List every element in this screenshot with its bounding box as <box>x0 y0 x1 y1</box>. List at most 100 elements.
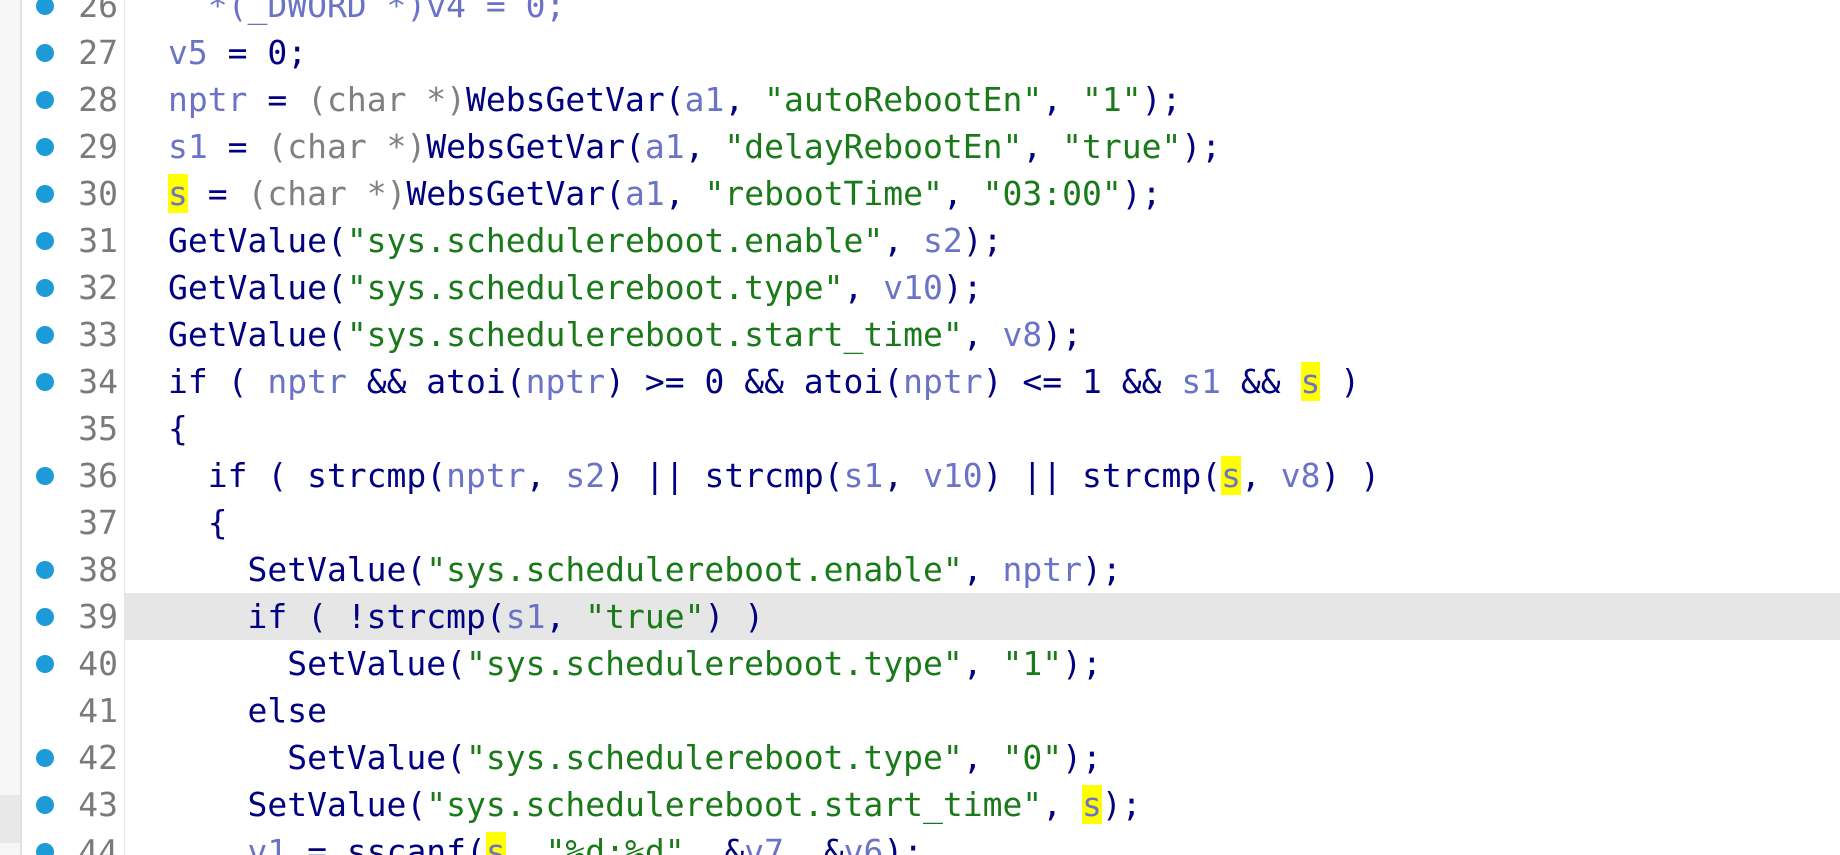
code-token: else <box>168 691 327 730</box>
breakpoint-dot-icon[interactable] <box>36 0 54 15</box>
code-token: , <box>664 174 705 213</box>
code-token: "true" <box>585 597 705 636</box>
pseudocode-window: 26 *(_DWORD *)v4 = 0; 27 v5 = 0; 28 nptr = (… <box>0 0 1840 855</box>
code-line[interactable]: 28 nptr = (char *)WebsGetVar(a1, "autoReb… <box>0 76 1840 123</box>
code-token: if ( strcmp( <box>168 456 447 495</box>
code-text[interactable]: { <box>168 405 188 452</box>
code-token: ) <box>1320 362 1361 401</box>
code-line[interactable]: 33 GetValue("sys.schedulereboot.start_tim… <box>0 311 1840 358</box>
code-text[interactable]: if ( nptr && atoi(nptr) >= 0 && atoi(npt… <box>168 358 1360 405</box>
code-line[interactable]: 29 s1 = (char *)WebsGetVar(a1, "delayRebo… <box>0 123 1840 170</box>
breakpoint-dot-icon[interactable] <box>36 843 54 855</box>
code-token: GetValue( <box>168 268 347 307</box>
code-line[interactable]: 30 s = (char *)WebsGetVar(a1, "rebootTime… <box>0 170 1840 217</box>
breakpoint-dot-icon[interactable] <box>36 138 54 156</box>
code-token: , <box>962 315 1003 354</box>
breakpoint-dot-icon[interactable] <box>36 608 54 626</box>
breakpoint-dot-icon[interactable] <box>36 749 54 767</box>
breakpoint-dot-icon[interactable] <box>36 467 54 485</box>
code-text[interactable]: SetValue("sys.schedulereboot.enable", np… <box>168 546 1121 593</box>
code-token: , <box>1042 80 1082 119</box>
code-line[interactable]: 27 v5 = 0; <box>0 29 1840 76</box>
breakpoint-dot-icon[interactable] <box>36 279 54 297</box>
code-token: v8 <box>1002 315 1043 354</box>
code-token: a1 <box>644 127 685 166</box>
code-view[interactable]: 26 *(_DWORD *)v4 = 0; 27 v5 = 0; 28 nptr = (… <box>0 0 1840 855</box>
code-line[interactable]: 43 SetValue("sys.schedulereboot.start_ti… <box>0 781 1840 828</box>
code-token: = <box>207 127 268 166</box>
code-text[interactable]: nptr = (char *)WebsGetVar(a1, "autoReboo… <box>168 76 1181 123</box>
code-text[interactable]: v5 = 0; <box>168 29 307 76</box>
code-text[interactable]: if ( strcmp(nptr, s2) || strcmp(s1, v10)… <box>168 452 1380 499</box>
code-text[interactable]: GetValue("sys.schedulereboot.type", v10)… <box>168 264 983 311</box>
breakpoint-dot-icon[interactable] <box>36 91 54 109</box>
code-token: , <box>1042 785 1082 824</box>
code-token: ); <box>962 221 1003 260</box>
code-text[interactable]: v1 = sscanf(s, "%d:%d", &v7, &v6); <box>168 828 923 855</box>
code-token: WebsGetVar( <box>406 174 625 213</box>
code-token: "autoRebootEn" <box>764 80 1043 119</box>
code-token: "rebootTime" <box>704 174 943 213</box>
code-line[interactable]: 36 if ( strcmp(nptr, s2) || strcmp(s1, v… <box>0 452 1840 499</box>
code-text[interactable]: SetValue("sys.schedulereboot.start_time"… <box>168 781 1142 828</box>
code-token: nptr <box>267 362 347 401</box>
code-line[interactable]: 42 SetValue("sys.schedulereboot.type", "… <box>0 734 1840 781</box>
code-line[interactable]: 37 { <box>0 499 1840 546</box>
code-token: WebsGetVar( <box>426 127 645 166</box>
code-text[interactable]: { <box>168 499 228 546</box>
breakpoint-dot-icon[interactable] <box>36 185 54 203</box>
code-line[interactable]: 31 GetValue("sys.schedulereboot.enable", … <box>0 217 1840 264</box>
code-token: ) ) <box>1320 456 1381 495</box>
code-text[interactable]: GetValue("sys.schedulereboot.enable", s2… <box>168 217 1003 264</box>
code-token: , <box>962 550 1003 589</box>
code-text[interactable]: else <box>168 687 327 734</box>
code-token: nptr <box>525 362 606 401</box>
code-token: "true" <box>1062 127 1182 166</box>
code-token: , <box>843 268 884 307</box>
code-line[interactable]: 38 SetValue("sys.schedulereboot.enable",… <box>0 546 1840 593</box>
code-token: (char *) <box>307 80 467 119</box>
line-number: 41 <box>78 691 118 730</box>
code-token: ); <box>883 832 924 855</box>
code-token: ); <box>1141 80 1182 119</box>
code-line[interactable]: 39 if ( !strcmp(s1, "true") ) <box>0 593 1840 640</box>
breakpoint-dot-icon[interactable] <box>36 326 54 344</box>
code-token: "03:00" <box>982 174 1122 213</box>
code-line[interactable]: 32 GetValue("sys.schedulereboot.type", v1… <box>0 264 1840 311</box>
code-token: ); <box>1121 174 1162 213</box>
code-text[interactable]: s1 = (char *)WebsGetVar(a1, "delayReboot… <box>168 123 1221 170</box>
code-token: (char *) <box>267 127 427 166</box>
breakpoint-dot-icon[interactable] <box>36 561 54 579</box>
code-token: ); <box>1062 738 1102 777</box>
line-number: 44 <box>78 832 118 855</box>
code-token: { <box>168 409 188 448</box>
breakpoint-dot-icon[interactable] <box>36 232 54 250</box>
code-line[interactable]: 44 v1 = sscanf(s, "%d:%d", &v7, &v6); <box>0 828 1840 855</box>
breakpoint-dot-icon[interactable] <box>36 373 54 391</box>
code-line[interactable]: 26 *(_DWORD *)v4 = 0; <box>0 0 1840 29</box>
code-line[interactable]: 41 else <box>0 687 1840 734</box>
code-token: && atoi( <box>346 362 526 401</box>
breakpoint-dot-icon[interactable] <box>36 796 54 814</box>
line-number: 31 <box>78 221 118 260</box>
breakpoint-dot-icon[interactable] <box>36 44 54 62</box>
code-token: "sys.schedulereboot.start_time" <box>426 785 1043 824</box>
code-text[interactable]: GetValue("sys.schedulereboot.start_time"… <box>168 311 1082 358</box>
code-line[interactable]: 34 if ( nptr && atoi(nptr) >= 0 && atoi(n… <box>0 358 1840 405</box>
code-line[interactable]: 40 SetValue("sys.schedulereboot.type", "… <box>0 640 1840 687</box>
code-token: if ( <box>168 362 268 401</box>
code-text[interactable]: SetValue("sys.schedulereboot.type", "1")… <box>168 640 1102 687</box>
code-line[interactable]: 35 { <box>0 405 1840 452</box>
code-token: s1 <box>168 127 208 166</box>
line-number: 43 <box>78 785 118 824</box>
code-text[interactable]: s = (char *)WebsGetVar(a1, "rebootTime",… <box>168 170 1161 217</box>
code-text[interactable]: *(_DWORD *)v4 = 0; <box>168 0 566 29</box>
breakpoint-dot-icon[interactable] <box>36 655 54 673</box>
code-token: "sys.schedulereboot.type" <box>466 644 963 683</box>
code-text[interactable]: if ( !strcmp(s1, "true") ) <box>168 593 764 640</box>
code-token: if ( !strcmp( <box>168 597 506 636</box>
code-token: , <box>545 597 586 636</box>
code-token: WebsGetVar( <box>466 80 685 119</box>
code-text[interactable]: SetValue("sys.schedulereboot.type", "0")… <box>168 734 1102 781</box>
